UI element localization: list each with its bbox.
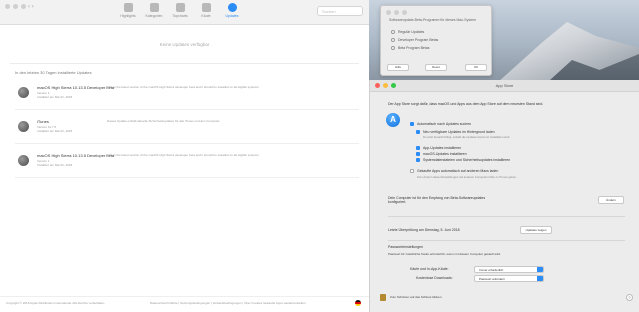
divider (10, 63, 359, 64)
purchase-password-select[interactable]: Immer erforderlich (474, 266, 544, 273)
radio-developer[interactable]: Developer Program Betas (391, 38, 438, 42)
germany-flag-icon[interactable] (355, 300, 361, 306)
auto-check-checkbox[interactable]: Automatisch nach Updates suchen (410, 122, 471, 126)
footer: Copyright © 2018 Apple Distribution Inte… (0, 296, 369, 312)
password-description: Passwort für zusätzliche Käufe erforderl… (388, 252, 501, 256)
macos-icon (18, 155, 29, 166)
search-input[interactable]: Suchen (317, 6, 363, 16)
app-store-icon: A (386, 113, 400, 127)
prefs-title-bar: App Store (370, 80, 639, 92)
show-updates-button[interactable]: Updates zeigen (520, 226, 552, 234)
help-icon[interactable]: ? (626, 294, 633, 301)
tab-updates[interactable]: Updates (222, 3, 242, 18)
list-icon (175, 3, 185, 12)
install-security-updates-checkbox[interactable]: Systemdatendateien und Sicherheitsupdate… (416, 158, 510, 162)
updates-icon (227, 3, 237, 12)
reset-button[interactable]: Reset (425, 64, 447, 71)
update-name: macOS High Sierra 10.13.5 Developer beta (37, 153, 115, 158)
download-background-checkbox[interactable]: Neu verfügbare Updates im Hintergrund la… (416, 130, 495, 134)
chevron-down-icon (537, 267, 543, 272)
copyright-text: Copyright © 2018 Apple Distribution Inte… (6, 301, 106, 305)
prefs-description: Der App Store sorgt dafür, dass macOS un… (388, 102, 544, 106)
grid-icon (149, 3, 159, 12)
help-button[interactable]: Hilfe (387, 64, 409, 71)
update-row[interactable]: macOS High Sierra 10.13.5 Developer beta… (15, 150, 359, 178)
macos-icon (18, 87, 29, 98)
prefs-title: App Store (495, 83, 514, 88)
title-bar: ‹ › Highlights Kategorien Topcharts Käuf… (0, 0, 369, 25)
footer-links[interactable]: Datenschutzrichtlinie | Nutzungsbedingun… (150, 301, 305, 305)
toolbar: Highlights Kategorien Topcharts Käufe Up… (118, 3, 242, 18)
update-date: Installiert am Mai 22, 2018 (37, 129, 73, 133)
installed-updates-heading: In den letzten 30 Tagen installierte Upd… (15, 70, 92, 75)
update-name: iTunes (37, 119, 49, 124)
tab-categories[interactable]: Kategorien (144, 3, 164, 18)
tab-purchases[interactable]: Käufe (196, 3, 216, 18)
tab-topcharts[interactable]: Topcharts (170, 3, 190, 18)
update-description: Dieses Update enthält aktuelle Sicherhei… (107, 119, 221, 123)
star-icon (123, 3, 133, 12)
last-check-label: Letzte Überprüfung am Dienstag, 5. Juni … (388, 228, 460, 232)
beta-status-label: Dein Computer ist für den Empfang von Be… (388, 196, 486, 204)
divider (388, 240, 625, 241)
install-macos-updates-checkbox[interactable]: macOS-Updates installieren (416, 152, 467, 156)
tag-icon (201, 3, 211, 12)
download-note: Du wirst benachrichtigt, sobald die Upda… (423, 135, 511, 139)
no-updates-message: Keine Updates verfügbar (159, 42, 210, 47)
tab-highlights[interactable]: Highlights (118, 3, 138, 18)
beta-program-dialog: Softwareupdate-Beta-Programm für dieses … (380, 5, 492, 76)
password-heading: Passworteinstellungen (388, 245, 424, 249)
itunes-icon (18, 121, 29, 132)
radio-regular[interactable]: Regulär Updates (391, 30, 424, 34)
auto-download-other-macs-checkbox[interactable]: Gekaufte Apps automatisch auf anderen Ma… (410, 169, 498, 173)
update-description: This is the latest version of the macOS … (107, 153, 259, 157)
app-store-window: ‹ › Highlights Kategorien Topcharts Käuf… (0, 0, 369, 312)
dialog-title: Softwareupdate-Beta-Programm für dieses … (389, 18, 476, 22)
update-row[interactable]: iTunes Version 12.7.5 Installiert am Mai… (15, 116, 359, 144)
lock-icon[interactable] (380, 294, 386, 301)
install-app-updates-checkbox[interactable]: App-Updates installieren (416, 146, 461, 150)
radio-beta[interactable]: Beta Program Betas (391, 46, 430, 50)
update-date: Installiert am Mai 22, 2018 (37, 163, 73, 167)
change-button[interactable]: Ändern (598, 196, 624, 204)
update-name: macOS High Sierra 10.13.5 Developer beta (37, 85, 115, 90)
update-date: Installiert am Mai 22, 2018 (37, 95, 73, 99)
purchase-label: Käufe und In-App-Käufe: (410, 267, 449, 271)
ok-button[interactable]: OK (465, 64, 487, 71)
update-row[interactable]: macOS High Sierra 10.13.5 Developer beta… (15, 82, 359, 110)
window-controls[interactable] (5, 4, 26, 9)
window-controls[interactable] (386, 10, 407, 15)
update-description: This is the latest version of the macOS … (107, 85, 259, 89)
nav-arrows[interactable]: ‹ › (28, 4, 34, 10)
lock-text: Zum Schützen auf das Schloss klicken. (390, 295, 443, 299)
other-mac-note: Zum Ändern dieser Einstellungen auf ande… (417, 175, 517, 179)
free-downloads-select[interactable]: Passwort anfordern (474, 275, 544, 282)
free-downloads-label: Kostenlose Downloads: (416, 276, 453, 280)
divider (388, 216, 625, 217)
system-preferences-window: App Store Der App Store sorgt dafür, das… (369, 80, 639, 312)
chevron-down-icon (537, 276, 543, 281)
